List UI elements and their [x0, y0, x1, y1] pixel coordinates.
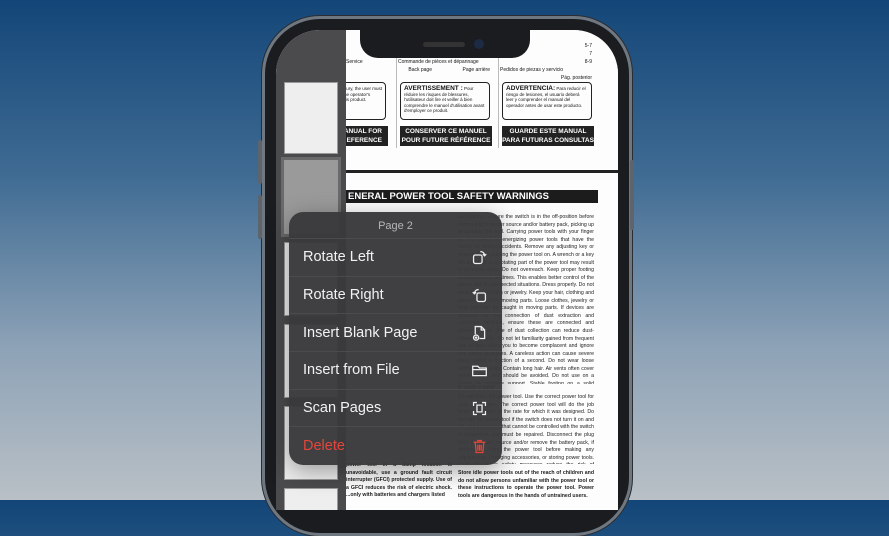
- menu-item-scan-pages[interactable]: Scan Pages: [289, 390, 502, 428]
- power-button: [630, 160, 634, 230]
- page-thumbnail-1[interactable]: [284, 82, 338, 154]
- warning-text: To reduce the risk of injury, the user m…: [346, 86, 382, 102]
- warning-box: AVERTISSEMENT : Pour réduire les risques…: [400, 82, 490, 120]
- menu-item-label: Rotate Right: [303, 287, 384, 304]
- volume-button: [258, 195, 262, 239]
- keep-manual-label: CONSERVER CE MANUEL POUR FUTURE RÉFÉRENC…: [400, 126, 492, 146]
- section-heading: ENERAL POWER TOOL SAFETY WARNINGS: [346, 190, 598, 203]
- bullet-text: Store idle power tools out of the reach …: [458, 470, 594, 499]
- menu-item-delete[interactable]: Delete: [289, 427, 502, 465]
- body-text: power tool in a damp location is unavoid…: [346, 462, 452, 499]
- keep-manual-label: MANUAL FOR EFERENCE: [346, 126, 388, 146]
- menu-title: Page 2: [289, 212, 502, 239]
- rotate-left-icon: [472, 250, 487, 264]
- menu-item-rotate-right[interactable]: Rotate Right: [289, 277, 502, 315]
- menu-item-label: Insert Blank Page: [303, 324, 418, 341]
- menu-item-label: Delete: [303, 438, 345, 455]
- volume-button: [258, 140, 262, 184]
- menu-item-insert-from-file[interactable]: Insert from File: [289, 352, 502, 390]
- menu-item-label: Insert from File: [303, 362, 400, 379]
- rotate-right-icon: [472, 288, 487, 302]
- toc-line: Page arrière: [462, 67, 490, 73]
- warning-box: ADVERTENCIA: Para reducir el riesgo de l…: [502, 82, 592, 120]
- toc-line: Pág. posterior: [560, 75, 592, 81]
- warning-box: To reduce the risk of injury, the user m…: [346, 82, 386, 120]
- scan-icon: [472, 401, 487, 415]
- toc-line: Pedidos de piezas y servicio: [500, 67, 564, 73]
- trash-icon: [473, 439, 486, 453]
- keep-manual-label: GUARDE ESTE MANUAL PARA FUTURAS CONSULTA…: [502, 126, 594, 146]
- menu-item-rotate-left[interactable]: Rotate Left: [289, 239, 502, 277]
- menu-item-insert-blank-page[interactable]: Insert Blank Page: [289, 314, 502, 353]
- menu-item-label: Rotate Left: [303, 249, 374, 266]
- toc-column: Commande de pièces et dépannage Page arri…: [398, 58, 490, 74]
- page-context-menu: Page 2 Rotate Left Rotate Right Insert B…: [289, 212, 502, 465]
- divider: [346, 170, 618, 173]
- page-thumbnail-6[interactable]: [284, 488, 338, 510]
- toc-line: Commande de pièces et dépannage: [398, 59, 479, 65]
- insert-page-icon: [472, 326, 486, 342]
- menu-item-label: Scan Pages: [303, 400, 382, 417]
- camera-icon: [474, 39, 484, 49]
- toc-line: 8-9: [584, 59, 592, 65]
- folder-icon: [472, 365, 487, 377]
- notch: [360, 30, 530, 58]
